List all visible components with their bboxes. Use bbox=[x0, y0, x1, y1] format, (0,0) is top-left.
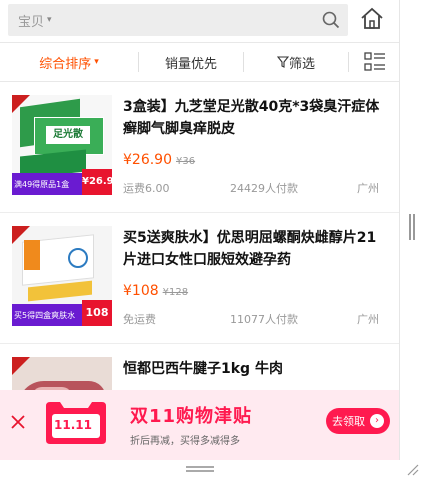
thumb-promo-text: 满49得原品1盒 bbox=[14, 180, 70, 189]
promo-banner[interactable]: 11.11 双11购物津贴 折后再减，买得多减得多 去领取 › bbox=[0, 390, 399, 460]
app-window: 宝贝 ▾ 综合排序 ▾ 销量优先 筛选 足光散 满49得原品1盒 ¥26.9 3… bbox=[0, 0, 400, 460]
claim-button[interactable]: 去领取 › bbox=[326, 408, 390, 434]
badge-label: 11.11 bbox=[54, 418, 92, 432]
thumb-price: ¥26.9 bbox=[82, 169, 112, 195]
filter-label: 筛选 bbox=[288, 56, 315, 72]
list-layout-icon bbox=[363, 52, 385, 71]
search-scope[interactable]: 宝贝 bbox=[18, 11, 44, 30]
product-title[interactable]: 恒都巴西牛腱子1kg 牛肉 bbox=[123, 358, 385, 380]
shipping-fee: 运费6.00 bbox=[123, 182, 170, 195]
filter-bar: 综合排序 ▾ 销量优先 筛选 bbox=[0, 42, 399, 82]
product-price: ¥26.90 ¥36 bbox=[123, 152, 195, 168]
seller-location: 广州 bbox=[357, 182, 379, 195]
box-stripe bbox=[24, 240, 40, 270]
funnel-icon bbox=[276, 56, 289, 68]
current-price: ¥26.90 bbox=[123, 152, 172, 168]
sort-sales-tab[interactable]: 销量优先 bbox=[139, 43, 243, 81]
scrollbar-handle[interactable] bbox=[409, 214, 415, 240]
current-price: ¥108 bbox=[123, 283, 159, 299]
drag-handle[interactable] bbox=[186, 466, 214, 472]
product-card[interactable]: 买5得四盒爽肤水 108 买5送爽肤水】优思明屈螺酮炔雌醇片21片进口女性口服短… bbox=[0, 213, 399, 344]
seller-location: 广州 bbox=[357, 313, 379, 326]
chevron-down-icon: ▾ bbox=[94, 57, 99, 67]
close-icon[interactable] bbox=[10, 414, 26, 430]
layout-toggle-button[interactable] bbox=[349, 43, 399, 81]
thumb-product-name: 足光散 bbox=[46, 126, 90, 144]
resize-grip-icon[interactable] bbox=[407, 464, 419, 476]
original-price: ¥36 bbox=[176, 156, 196, 167]
banner-subtitle: 折后再减，买得多减得多 bbox=[130, 436, 240, 447]
product-card[interactable]: 足光散 满49得原品1盒 ¥26.9 3盒装】九芝堂足光散40克*3袋臭汗症体癣… bbox=[0, 82, 399, 213]
corner-tag bbox=[12, 357, 30, 375]
original-price: ¥128 bbox=[162, 287, 189, 298]
product-price: ¥108 ¥128 bbox=[123, 283, 188, 299]
filter-button[interactable]: 筛选 bbox=[244, 43, 348, 81]
sort-comprehensive-label: 综合排序 bbox=[39, 56, 92, 72]
top-bar: 宝贝 ▾ bbox=[0, 0, 399, 40]
product-title[interactable]: 买5送爽肤水】优思明屈螺酮炔雌醇片21片进口女性口服短效避孕药 bbox=[123, 227, 385, 271]
sort-comprehensive-tab[interactable]: 综合排序 ▾ bbox=[0, 43, 138, 81]
chevron-down-icon: ▾ bbox=[47, 15, 52, 25]
product-image[interactable]: 足光散 满49得原品1盒 ¥26.9 bbox=[12, 95, 112, 195]
sort-sales-label: 销量优先 bbox=[164, 56, 217, 72]
chevron-right-icon: › bbox=[370, 414, 384, 428]
search-icon[interactable] bbox=[322, 11, 340, 29]
banner-title: 双11购物津贴 bbox=[130, 406, 253, 427]
search-box[interactable]: 宝贝 ▾ bbox=[8, 4, 348, 36]
product-image[interactable]: 买5得四盒爽肤水 108 bbox=[12, 226, 112, 326]
shipping-fee: 免运费 bbox=[123, 313, 156, 326]
paid-count: 24429人付款 bbox=[230, 182, 298, 195]
paid-count: 11077人付款 bbox=[230, 313, 298, 326]
home-icon[interactable] bbox=[359, 6, 385, 32]
claim-button-label: 去领取 bbox=[332, 415, 365, 428]
brand-logo-icon bbox=[68, 248, 88, 268]
product-title[interactable]: 3盒装】九芝堂足光散40克*3袋臭汗症体癣脚气脚臭痒脱皮 bbox=[123, 96, 385, 140]
thumb-promo-text: 买5得四盒爽肤水 bbox=[14, 311, 76, 320]
thumb-price: 108 bbox=[82, 300, 112, 326]
